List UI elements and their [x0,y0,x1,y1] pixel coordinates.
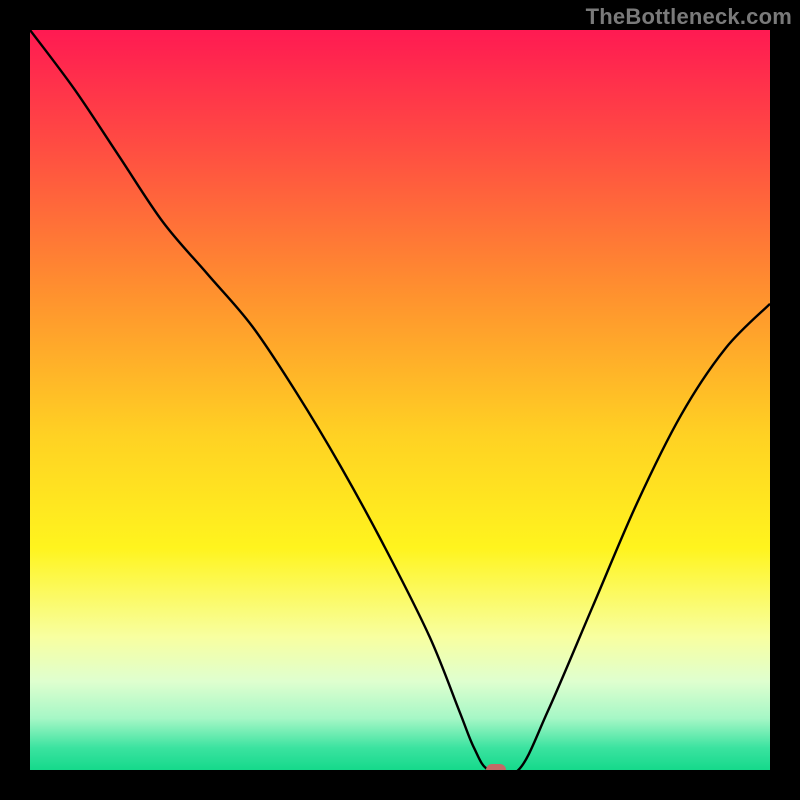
optimal-point-marker [486,764,506,770]
plot-area [30,30,770,770]
chart-frame: TheBottleneck.com [0,0,800,800]
watermark-text: TheBottleneck.com [586,4,792,30]
curve-layer [30,30,770,770]
bottleneck-curve-path [30,30,770,770]
